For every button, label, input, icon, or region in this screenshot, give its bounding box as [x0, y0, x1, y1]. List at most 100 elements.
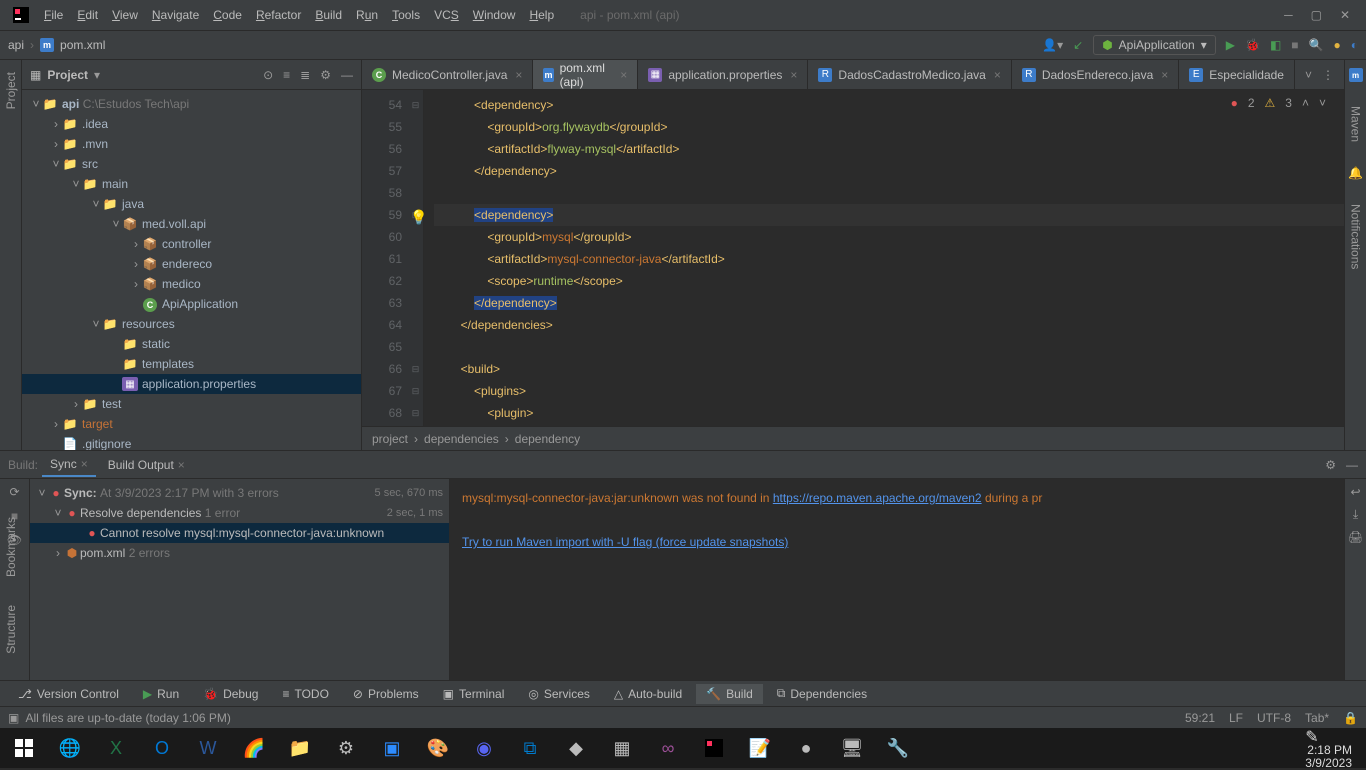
- close-icon[interactable]: ×: [1161, 68, 1168, 82]
- debug-button[interactable]: 🐞: [1245, 38, 1260, 52]
- tree-item[interactable]: templates: [142, 357, 194, 371]
- taskbar-zoom[interactable]: ▣: [372, 728, 412, 768]
- close-icon[interactable]: ×: [81, 457, 88, 471]
- coverage-button[interactable]: ◧: [1270, 38, 1281, 52]
- indent-setting[interactable]: Tab*: [1305, 711, 1329, 725]
- more-icon[interactable]: ⋮: [1322, 68, 1334, 82]
- menu-run[interactable]: Run: [350, 4, 384, 26]
- hide-icon[interactable]: —: [1346, 458, 1358, 472]
- tree-item[interactable]: java: [122, 197, 144, 211]
- side-notifications[interactable]: Notifications: [1349, 200, 1363, 273]
- force-update-link[interactable]: Try to run Maven import with -U flag (fo…: [462, 535, 788, 549]
- maven-repo-link[interactable]: https://repo.maven.apache.org/maven2: [773, 491, 982, 505]
- close-icon[interactable]: ×: [994, 68, 1001, 82]
- encoding[interactable]: UTF-8: [1257, 711, 1291, 725]
- tree-item[interactable]: controller: [162, 237, 211, 251]
- taskbar-epic[interactable]: ▦: [602, 728, 642, 768]
- breadcrumb-file[interactable]: pom.xml: [60, 38, 105, 52]
- tab-dados-cadastro[interactable]: RDadosCadastroMedico.java×: [808, 60, 1011, 89]
- tree-item-selected[interactable]: application.properties: [142, 377, 256, 391]
- taskbar-app1[interactable]: 🎨: [418, 728, 458, 768]
- tab-dados-endereco[interactable]: RDadosEndereco.java×: [1012, 60, 1179, 89]
- menu-window[interactable]: Window: [467, 4, 522, 26]
- ide-updates-icon[interactable]: ●: [1334, 38, 1341, 52]
- tw-build[interactable]: 🔨Build: [696, 684, 763, 704]
- code-editor[interactable]: 545556575859606162636465666768 ⊟⊟⊟⊟⊟ <de…: [362, 90, 1344, 426]
- scroll-end-icon[interactable]: ⤓: [1353, 507, 1358, 522]
- crumb-item[interactable]: dependencies: [424, 432, 499, 446]
- code-content[interactable]: <dependency> <groupId>org.flywaydb</grou…: [424, 90, 1344, 426]
- tab-medico-controller[interactable]: CMedicoController.java×: [362, 60, 533, 89]
- taskbar-app3[interactable]: 📝: [740, 728, 780, 768]
- taskbar-word[interactable]: W: [188, 728, 228, 768]
- taskbar-app6[interactable]: 🔧: [878, 728, 918, 768]
- breadcrumb-root[interactable]: api: [8, 38, 24, 52]
- taskbar-chrome[interactable]: 🌈: [234, 728, 274, 768]
- menu-tools[interactable]: Tools: [386, 4, 426, 26]
- taskbar-app2[interactable]: ◆: [556, 728, 596, 768]
- print-icon[interactable]: 🖨: [1348, 530, 1363, 544]
- tw-dependencies[interactable]: ⧉Dependencies: [767, 683, 877, 704]
- tree-item[interactable]: src: [82, 157, 98, 171]
- caret-position[interactable]: 59:21: [1185, 711, 1215, 725]
- tree-item[interactable]: .idea: [82, 117, 108, 131]
- maven-stripe-icon[interactable]: m: [1349, 68, 1363, 82]
- crumb-item[interactable]: dependency: [515, 432, 580, 446]
- lock-icon[interactable]: 🔒: [1343, 711, 1358, 725]
- close-button[interactable]: ✕: [1340, 8, 1350, 22]
- tw-autobuild[interactable]: △Auto-build: [604, 684, 692, 704]
- build-output-tab[interactable]: Build Output×: [100, 454, 193, 476]
- tree-item[interactable]: endereco: [162, 257, 212, 271]
- tw-problems[interactable]: ⊘Problems: [343, 684, 429, 704]
- settings-sync-icon[interactable]: ◐: [1351, 38, 1358, 52]
- run-config-selector[interactable]: ⬢ ApiApplication ▾: [1093, 35, 1216, 55]
- tw-services[interactable]: ◎Services: [518, 684, 600, 704]
- taskbar-explorer[interactable]: 📁: [280, 728, 320, 768]
- side-bookmarks[interactable]: Bookmarks: [4, 513, 18, 581]
- taskbar-excel[interactable]: X: [96, 728, 136, 768]
- menu-help[interactable]: Help: [523, 4, 560, 26]
- close-icon[interactable]: ×: [178, 458, 185, 472]
- settings-icon[interactable]: ⚙: [1325, 458, 1336, 472]
- close-icon[interactable]: ×: [790, 68, 797, 82]
- taskbar-steam[interactable]: ⚙: [326, 728, 366, 768]
- tree-item[interactable]: med.voll.api: [142, 217, 206, 231]
- line-ending[interactable]: LF: [1229, 711, 1243, 725]
- chevron-down-icon[interactable]: ˅: [1305, 68, 1312, 82]
- stop-button[interactable]: ■: [1291, 38, 1298, 52]
- menu-file[interactable]: File: [38, 4, 69, 26]
- side-structure[interactable]: Structure: [4, 601, 18, 658]
- menu-refactor[interactable]: Refactor: [250, 4, 307, 26]
- fold-gutter[interactable]: ⊟⊟⊟⊟⊟: [408, 90, 424, 426]
- taskbar-intellij[interactable]: [694, 728, 734, 768]
- taskbar-app4[interactable]: ●: [786, 728, 826, 768]
- side-project[interactable]: Project: [4, 68, 18, 113]
- chevron-down-icon[interactable]: ˅: [1319, 96, 1326, 110]
- taskbar-outlook[interactable]: O: [142, 728, 182, 768]
- close-icon[interactable]: ×: [515, 68, 522, 82]
- tree-item[interactable]: medico: [162, 277, 201, 291]
- run-button[interactable]: ▶: [1226, 38, 1235, 52]
- menu-build[interactable]: Build: [309, 4, 348, 26]
- chevron-up-icon[interactable]: ˄: [1302, 96, 1309, 110]
- taskbar-edge[interactable]: 🌐: [50, 728, 90, 768]
- tw-terminal[interactable]: ▣Terminal: [433, 684, 515, 704]
- build-tree[interactable]: ˅●Sync: At 3/9/2023 2:17 PM with 3 error…: [30, 479, 450, 680]
- close-icon[interactable]: ×: [620, 68, 627, 82]
- tw-version-control[interactable]: ⎇Version Control: [8, 684, 129, 704]
- tree-item[interactable]: resources: [122, 317, 175, 331]
- expand-icon[interactable]: ≡: [283, 68, 290, 82]
- minimize-button[interactable]: ─: [1284, 8, 1293, 22]
- taskbar-vscode[interactable]: ⧉: [510, 728, 550, 768]
- build-error-selected[interactable]: Cannot resolve mysql:mysql-connector-jav…: [100, 526, 384, 540]
- user-icon[interactable]: 👤▾: [1042, 38, 1063, 52]
- tab-especialidade[interactable]: EEspecialidade: [1179, 60, 1295, 89]
- tree-item[interactable]: .mvn: [82, 137, 108, 151]
- panel-settings-icon[interactable]: ⚙: [320, 68, 331, 82]
- menu-view[interactable]: View: [106, 4, 144, 26]
- tree-item[interactable]: static: [142, 337, 170, 351]
- tab-pom-xml[interactable]: mpom.xml (api)×: [533, 60, 638, 89]
- tree-item[interactable]: target: [82, 417, 113, 431]
- taskbar-app5[interactable]: 🖥: [832, 728, 872, 768]
- collapse-icon[interactable]: ≣: [300, 68, 310, 82]
